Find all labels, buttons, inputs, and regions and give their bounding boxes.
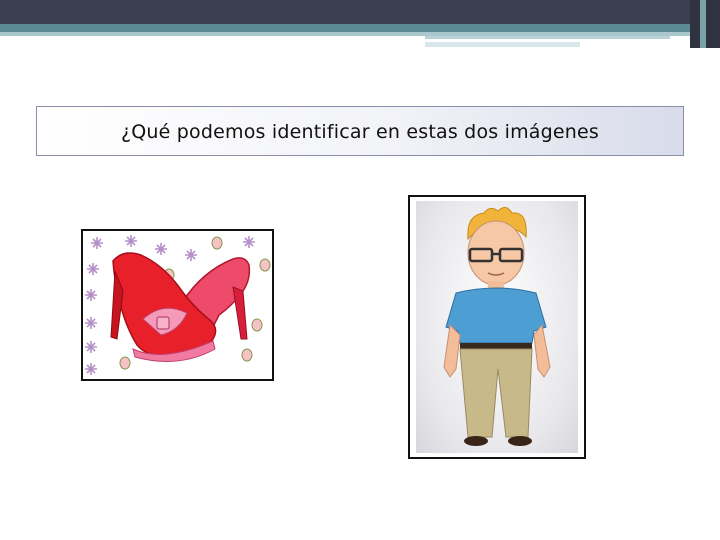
red-shoes-illustration [85, 235, 271, 375]
flower-decoration [85, 363, 97, 375]
flower-decoration [85, 341, 97, 353]
flower-decoration [87, 263, 99, 275]
cartoon-man-illustration [443, 207, 551, 446]
slide-title: ¿Qué podemos identificar en estas dos im… [120, 121, 600, 143]
header-accent-line [425, 42, 580, 47]
khaki-pants [459, 348, 533, 438]
belt [460, 343, 532, 349]
flower-decoration [125, 235, 137, 247]
flower-decoration [91, 237, 103, 249]
strawberry-decoration [259, 258, 271, 272]
slide-title-box: ¿Qué podemos identificar en estas dos im… [36, 106, 684, 156]
header-accent-line [425, 36, 670, 39]
shoe [464, 436, 488, 446]
shoe [508, 436, 532, 446]
shoes-image-frame [81, 229, 274, 381]
shoe-bow [156, 316, 170, 330]
slide-header-teal-band [0, 24, 720, 32]
strawberry-decoration [211, 236, 223, 250]
slide-header-bar [0, 0, 720, 24]
flower-decoration [85, 317, 97, 329]
person-image-frame [408, 195, 586, 459]
flower-decoration [85, 289, 97, 301]
blue-shirt [445, 287, 547, 344]
flower-decoration [243, 236, 255, 248]
strawberry-decoration [251, 318, 263, 332]
flower-decoration [185, 249, 197, 261]
flower-decoration [155, 243, 167, 255]
header-accent-stripe [700, 0, 706, 48]
strawberry-decoration [119, 356, 131, 370]
strawberry-decoration [241, 348, 253, 362]
